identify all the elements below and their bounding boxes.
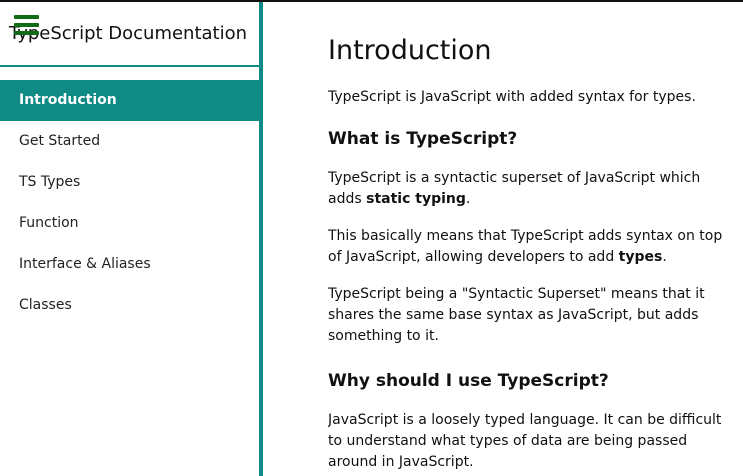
intro-paragraph: TypeScript is JavaScript with added synt… bbox=[328, 89, 696, 105]
sidebar-item-get-started[interactable]: Get Started bbox=[0, 121, 259, 162]
sidebar: TypeScript Documentation Introduction Ge… bbox=[0, 2, 259, 476]
documentation-page: TypeScript Documentation Introduction Ge… bbox=[0, 0, 743, 476]
sidebar-item-introduction[interactable]: Introduction bbox=[0, 80, 259, 121]
sidebar-divider bbox=[259, 2, 263, 476]
paragraph: TypeScript being a "Syntactic Superset" … bbox=[328, 286, 705, 344]
paragraph: TypeScript is a syntactic superset of Ja… bbox=[328, 168, 728, 210]
paragraph: This basically means that TypeScript add… bbox=[328, 226, 728, 268]
hamburger-menu-icon[interactable] bbox=[14, 15, 39, 35]
bold-term: static typing bbox=[366, 191, 466, 207]
page-title: Introduction bbox=[328, 35, 492, 66]
sidebar-item-ts-types[interactable]: TS Types bbox=[0, 162, 259, 203]
sidebar-item-interface-aliases[interactable]: Interface & Aliases bbox=[0, 244, 259, 285]
menu-bar bbox=[14, 31, 39, 35]
menu-bar bbox=[14, 23, 39, 27]
section-heading: Why should I use TypeScript? bbox=[328, 371, 609, 391]
paragraph: JavaScript is a loosely typed language. … bbox=[328, 412, 722, 470]
main-content: Introduction TypeScript is JavaScript wi… bbox=[328, 2, 732, 476]
section-heading: What is TypeScript? bbox=[328, 129, 518, 149]
sidebar-item-classes[interactable]: Classes bbox=[0, 285, 259, 326]
sidebar-item-function[interactable]: Function bbox=[0, 203, 259, 244]
sidebar-nav: Introduction Get Started TS Types Functi… bbox=[0, 80, 259, 326]
paragraph-text: . bbox=[662, 249, 667, 265]
menu-bar bbox=[14, 15, 39, 19]
paragraph-text: . bbox=[465, 191, 471, 207]
sidebar-header: TypeScript Documentation bbox=[0, 2, 259, 67]
bold-term: types bbox=[618, 249, 663, 265]
site-title: TypeScript Documentation bbox=[9, 23, 248, 44]
